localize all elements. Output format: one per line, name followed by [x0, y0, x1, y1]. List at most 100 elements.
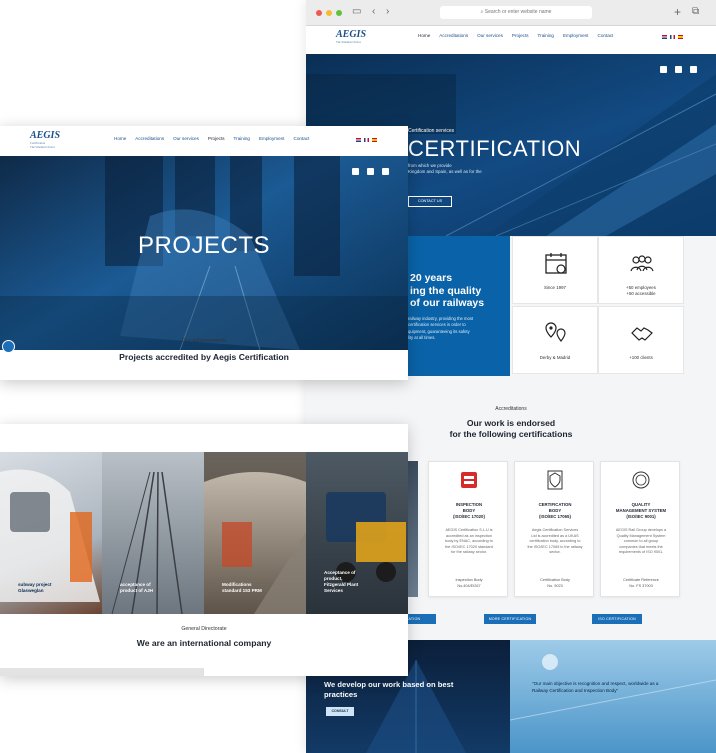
site-navbar: AEGIS The Smallest Choice Home Accredita…	[306, 26, 716, 54]
cert-title: QUALITY MANAGEMENT SYSTEM (ISO/IEC 9001)	[605, 502, 677, 520]
tile-caption-line: product of AJH	[120, 588, 154, 593]
cert-desc-line: sector.	[549, 550, 561, 555]
cert-description: Aegis Certification Services Ltd is accre…	[521, 528, 589, 556]
cert-desc-line: body by ENAC, according to	[445, 539, 493, 544]
cert-desc-line: requirements of ISO 9001.	[618, 550, 664, 555]
projects-heading: Projects accredited by Aegis Certificati…	[119, 352, 289, 362]
stat-card-since: Since 1997	[512, 236, 598, 304]
projects-navbar: AEGIS Certification The Smallest Choice …	[0, 126, 408, 156]
nav-accreditations[interactable]: Accreditations	[439, 33, 468, 38]
stat-card-locations: Derby & Madrid	[512, 306, 598, 374]
iso-certification-button[interactable]: ISO CERTIFICATION	[592, 614, 642, 624]
project-tile-fitzgerald[interactable]: Acceptance of product, Fitzgerald Plant …	[306, 452, 408, 614]
language-flags	[356, 138, 377, 142]
es-flag-icon[interactable]	[372, 138, 377, 142]
consult-button[interactable]: CONSULT	[326, 707, 354, 716]
nav-contact[interactable]: Contact	[294, 136, 310, 141]
more-certification-button[interactable]: MORE CERTIFICATION	[484, 614, 536, 624]
instagram-icon[interactable]	[690, 66, 697, 73]
intl-heading: We are an international company	[136, 638, 272, 648]
nav-projects[interactable]: Projects	[208, 136, 225, 141]
contact-us-button[interactable]: CONTACT US	[408, 196, 452, 207]
nav-our-services[interactable]: Our services	[477, 33, 503, 38]
stat-label-line: +50 accessible	[626, 291, 656, 296]
nav-employment[interactable]: Employment	[563, 33, 589, 38]
cert-desc-line: certification body, according to	[529, 539, 581, 544]
linkedin-icon[interactable]	[367, 168, 374, 175]
about-heading-line: of our railways	[410, 297, 485, 309]
back-icon[interactable]: ‹	[372, 6, 375, 18]
calendar-icon	[545, 253, 567, 274]
cert-card-certification: CERTIFICATION BODY (ISO/IEC 17065) Aegis C…	[514, 461, 594, 597]
browser-chrome: ▭ ‹ › ⌕ Search or enter website name + ⧉	[306, 0, 716, 26]
tab-overview-icon[interactable]: ⧉	[692, 6, 699, 18]
fr-flag-icon[interactable]	[364, 138, 369, 142]
location-pins-icon	[545, 322, 566, 342]
enac-logo-icon	[461, 472, 477, 488]
nav-home[interactable]: Home	[114, 136, 126, 141]
tile-caption: acceptance of product of AJH	[120, 582, 153, 594]
site-nav-links: Home Accreditations Our services Project…	[418, 33, 613, 38]
twitter-icon[interactable]	[352, 168, 359, 175]
stat-label: Since 1997	[544, 285, 566, 290]
objective-quote: "Our main objective is recognition and r…	[532, 680, 712, 694]
cert-reference: Inspection Body No.404/EI267	[435, 578, 503, 589]
tile-caption: Modifications standard 153 PRM	[222, 582, 262, 594]
address-bar[interactable]: ⌕ Search or enter website name	[440, 6, 592, 19]
tile-caption-line: Glasweglan	[18, 588, 44, 593]
projects-logo[interactable]: AEGIS Certification The Smallest Choice	[30, 130, 60, 149]
stat-label: +50 employees +50 accessible	[599, 285, 683, 297]
instagram-icon[interactable]	[382, 168, 389, 175]
nav-accreditations[interactable]: Accreditations	[135, 136, 164, 141]
nav-training[interactable]: Training	[538, 33, 554, 38]
stat-label: Derby & Madrid	[539, 355, 571, 360]
accreditations-kicker: Accreditations	[495, 406, 527, 412]
intl-kicker: General Directorate	[181, 626, 227, 632]
nav-contact[interactable]: Contact	[598, 33, 614, 38]
project-tile-ajh[interactable]: acceptance of product of AJH	[102, 452, 204, 614]
quality-seal-icon	[632, 471, 650, 489]
projects-nav-links: Home Accreditations Our services Project…	[114, 136, 309, 141]
cert-title-line: (ISO/IEC 17020)	[453, 514, 485, 519]
projects-kicker: Our achievements	[182, 338, 226, 344]
es-flag-icon[interactable]	[678, 35, 683, 39]
handshake-icon	[631, 327, 653, 341]
nav-training[interactable]: Training	[234, 136, 250, 141]
nav-home[interactable]: Home	[418, 33, 430, 38]
minimize-window-button[interactable]	[326, 10, 332, 16]
about-text-line: lity at all times.	[408, 335, 436, 341]
cert-title-line: (ISO/IEC 17065)	[539, 514, 571, 519]
nav-employment[interactable]: Employment	[259, 136, 285, 141]
ukas-logo-icon	[547, 470, 563, 490]
uk-flag-icon[interactable]	[662, 35, 667, 39]
stat-label: +100 clients	[629, 355, 653, 360]
forward-icon[interactable]: ›	[386, 6, 389, 18]
tile-caption: subway project Glasweglan	[18, 582, 51, 594]
site-logo[interactable]: AEGIS The Smallest Choice	[336, 29, 366, 44]
fr-flag-icon[interactable]	[670, 35, 675, 39]
projects-hero: PROJECTS	[0, 156, 408, 350]
stat-card-clients: +100 clients	[598, 306, 684, 374]
twitter-icon[interactable]	[660, 66, 667, 73]
cert-ref-line: No. FS 37003	[629, 583, 653, 588]
logo-text: AEGIS	[30, 130, 61, 141]
close-window-button[interactable]	[316, 10, 322, 16]
nav-projects[interactable]: Projects	[512, 33, 529, 38]
cert-desc-line: AEGIS Rail Group develops a	[615, 528, 667, 532]
linkedin-icon[interactable]	[675, 66, 682, 73]
tile-caption: Acceptance of product, Fitzgerald Plant …	[324, 570, 358, 594]
maximize-window-button[interactable]	[336, 10, 342, 16]
new-tab-icon[interactable]: +	[674, 6, 681, 18]
uk-flag-icon[interactable]	[356, 138, 361, 142]
about-heading-line: 20 years	[410, 272, 453, 284]
sidebar-toggle-icon[interactable]: ▭	[352, 6, 361, 18]
project-tile-subway[interactable]: subway project Glasweglan	[0, 452, 102, 614]
nav-our-services[interactable]: Our services	[173, 136, 199, 141]
hero-title: CERTIFICATION	[408, 136, 582, 161]
cert-card-quality: QUALITY MANAGEMENT SYSTEM (ISO/IEC 9001) A…	[600, 461, 680, 597]
objective-quote-line: Railway Certification and Inspection Bod…	[532, 688, 619, 693]
project-tile-prm[interactable]: Modifications standard 153 PRM	[204, 452, 306, 614]
about-heading: 20 years ing the quality of our railways	[410, 272, 484, 310]
international-page-card: subway project Glasweglan acceptance of …	[0, 424, 408, 676]
about-heading-line: ing the quality	[410, 284, 482, 297]
